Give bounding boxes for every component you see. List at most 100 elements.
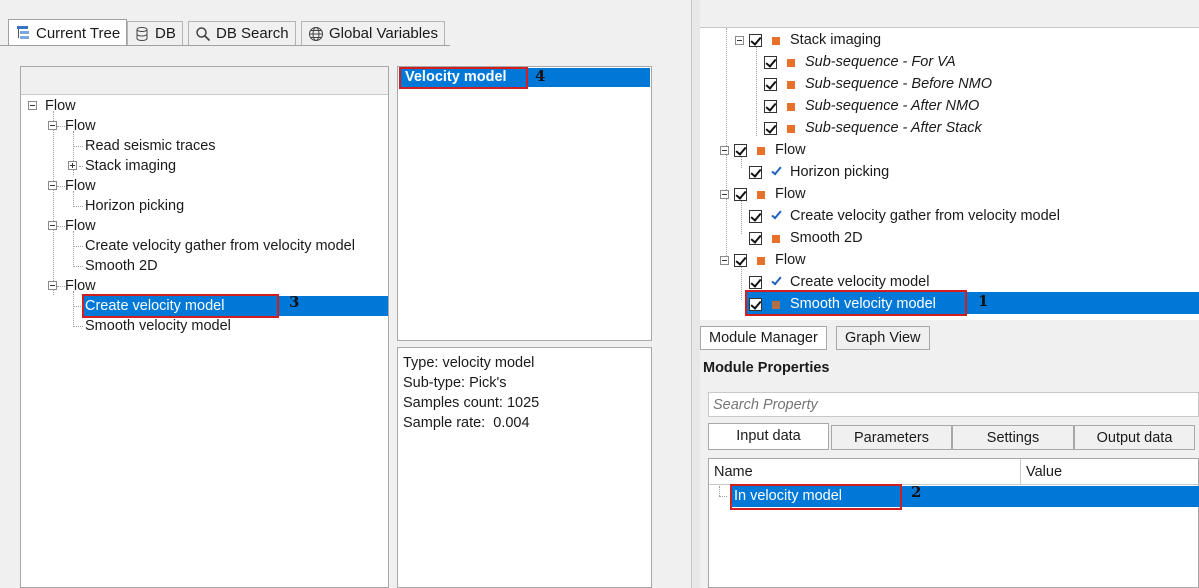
callout-2: 2 xyxy=(911,483,922,501)
tree-header xyxy=(21,67,388,95)
info-sample-rate: Sample rate: 0.004 xyxy=(403,415,530,431)
data-info-panel: Type: velocity model Sub-type: Pick's Sa… xyxy=(397,347,652,588)
data-list[interactable]: Velocity model 4 xyxy=(397,66,652,341)
tree-item-smooth-2d[interactable]: Smooth 2D xyxy=(85,256,158,276)
tab-output-data[interactable]: Output data xyxy=(1074,425,1195,450)
left-panel: Current Tree DB DB Search Global Variabl… xyxy=(0,0,692,588)
checkbox[interactable] xyxy=(764,56,777,69)
flow-item-subsequence-after-nmo[interactable]: Sub-sequence - After NMO xyxy=(805,95,979,117)
checkbox[interactable] xyxy=(734,254,747,267)
flow-item-flow[interactable]: Flow xyxy=(775,183,806,205)
search-property-input[interactable] xyxy=(708,392,1199,417)
callout-4: 4 xyxy=(535,67,546,85)
flow-item-flow[interactable]: Flow xyxy=(775,249,806,271)
tree-item-stack-imaging[interactable]: Stack imaging xyxy=(85,156,176,176)
checkbox[interactable] xyxy=(764,100,777,113)
highlight-box-4 xyxy=(399,67,528,89)
flow-item-stack-imaging[interactable]: Stack imaging xyxy=(790,29,881,51)
collapse-toggle[interactable] xyxy=(735,36,744,45)
tab-parameters[interactable]: Parameters xyxy=(831,425,952,450)
checkbox[interactable] xyxy=(749,276,762,289)
database-icon xyxy=(134,26,150,42)
splitter[interactable] xyxy=(692,0,700,588)
tree-item-read-seismic-traces[interactable]: Read seismic traces xyxy=(85,136,216,156)
collapse-toggle[interactable] xyxy=(28,101,37,110)
tab-current-tree[interactable]: Current Tree xyxy=(8,19,128,46)
tab-input-data[interactable]: Input data xyxy=(708,423,829,450)
search-icon xyxy=(195,26,211,42)
tree-item-smooth-velocity-model[interactable]: Smooth velocity model xyxy=(85,316,231,336)
module-icon xyxy=(757,147,765,155)
tree-item-create-velocity-gather[interactable]: Create velocity gather from velocity mod… xyxy=(85,236,355,256)
tab-db[interactable]: DB xyxy=(127,21,183,45)
checkbox[interactable] xyxy=(734,188,747,201)
column-header-value[interactable]: Value xyxy=(1021,459,1198,485)
checkbox[interactable] xyxy=(764,78,777,91)
highlight-box-1 xyxy=(745,290,967,316)
tree-item-flow[interactable]: Flow xyxy=(65,176,96,196)
check-mark-icon xyxy=(771,208,782,220)
flow-item-smooth-2d[interactable]: Smooth 2D xyxy=(790,227,863,249)
tab-label: Current Tree xyxy=(36,24,121,42)
checkbox[interactable] xyxy=(764,122,777,135)
module-icon xyxy=(787,59,795,67)
flow-item-subsequence-after-stack[interactable]: Sub-sequence - After Stack xyxy=(805,117,982,139)
tab-divider xyxy=(0,45,450,46)
checkbox[interactable] xyxy=(734,144,747,157)
collapse-toggle[interactable] xyxy=(48,181,57,190)
tree-guide xyxy=(53,111,54,295)
tree-item-flow[interactable]: Flow xyxy=(45,96,76,116)
collapse-toggle[interactable] xyxy=(48,121,57,130)
tab-settings[interactable]: Settings xyxy=(952,425,1074,450)
expand-toggle[interactable] xyxy=(68,161,77,170)
tree-item-flow[interactable]: Flow xyxy=(65,116,96,136)
info-type: Type: velocity model xyxy=(403,355,535,371)
module-icon xyxy=(772,235,780,243)
collapse-toggle[interactable] xyxy=(720,190,729,199)
module-icon xyxy=(757,191,765,199)
collapse-toggle[interactable] xyxy=(48,281,57,290)
globe-icon xyxy=(308,26,324,42)
flow-item-flow[interactable]: Flow xyxy=(775,139,806,161)
tree-guide xyxy=(73,231,74,265)
column-header-name[interactable]: Name xyxy=(709,459,1021,485)
highlight-box-3 xyxy=(82,294,279,318)
module-icon xyxy=(787,81,795,89)
tab-global-variables[interactable]: Global Variables xyxy=(301,21,445,45)
check-mark-icon xyxy=(771,164,782,176)
tab-label: DB Search xyxy=(216,25,289,42)
right-panel: Stack imaging Sub-sequence - For VA Sub-… xyxy=(700,0,1199,588)
flow-item-horizon-picking[interactable]: Horizon picking xyxy=(790,161,889,183)
flow-item-subsequence-before-nmo[interactable]: Sub-sequence - Before NMO xyxy=(805,73,992,95)
flow-tree-view[interactable]: Stack imaging Sub-sequence - For VA Sub-… xyxy=(700,27,1199,320)
flow-item-subsequence-for-va[interactable]: Sub-sequence - For VA xyxy=(805,51,956,73)
callout-3: 3 xyxy=(289,293,300,311)
module-icon xyxy=(772,37,780,45)
module-icon xyxy=(787,103,795,111)
module-icon xyxy=(787,125,795,133)
tab-label: Global Variables xyxy=(329,25,438,42)
module-icon xyxy=(757,257,765,265)
tree-item-flow[interactable]: Flow xyxy=(65,276,96,296)
tab-label: DB xyxy=(155,25,176,42)
checkbox[interactable] xyxy=(749,232,762,245)
collapse-toggle[interactable] xyxy=(720,146,729,155)
checkbox[interactable] xyxy=(749,210,762,223)
tab-graph-view[interactable]: Graph View xyxy=(836,326,930,350)
tree-item-flow[interactable]: Flow xyxy=(65,216,96,236)
current-tree-view[interactable]: Flow Flow Read seismic traces Stack imag… xyxy=(20,66,389,588)
properties-grid[interactable]: Name Value In velocity model 2 xyxy=(708,458,1199,588)
tree-guide xyxy=(73,291,74,325)
checkbox[interactable] xyxy=(749,166,762,179)
info-subtype: Sub-type: Pick's xyxy=(403,375,507,391)
tab-module-manager[interactable]: Module Manager xyxy=(700,326,827,350)
highlight-box-2 xyxy=(730,484,902,510)
tab-db-search[interactable]: DB Search xyxy=(188,21,296,45)
collapse-toggle[interactable] xyxy=(48,221,57,230)
tree-item-horizon-picking[interactable]: Horizon picking xyxy=(85,196,184,216)
module-properties-title: Module Properties xyxy=(703,360,830,376)
flow-item-create-velocity-gather[interactable]: Create velocity gather from velocity mod… xyxy=(790,205,1060,227)
check-mark-icon xyxy=(771,274,782,286)
collapse-toggle[interactable] xyxy=(720,256,729,265)
checkbox[interactable] xyxy=(749,34,762,47)
